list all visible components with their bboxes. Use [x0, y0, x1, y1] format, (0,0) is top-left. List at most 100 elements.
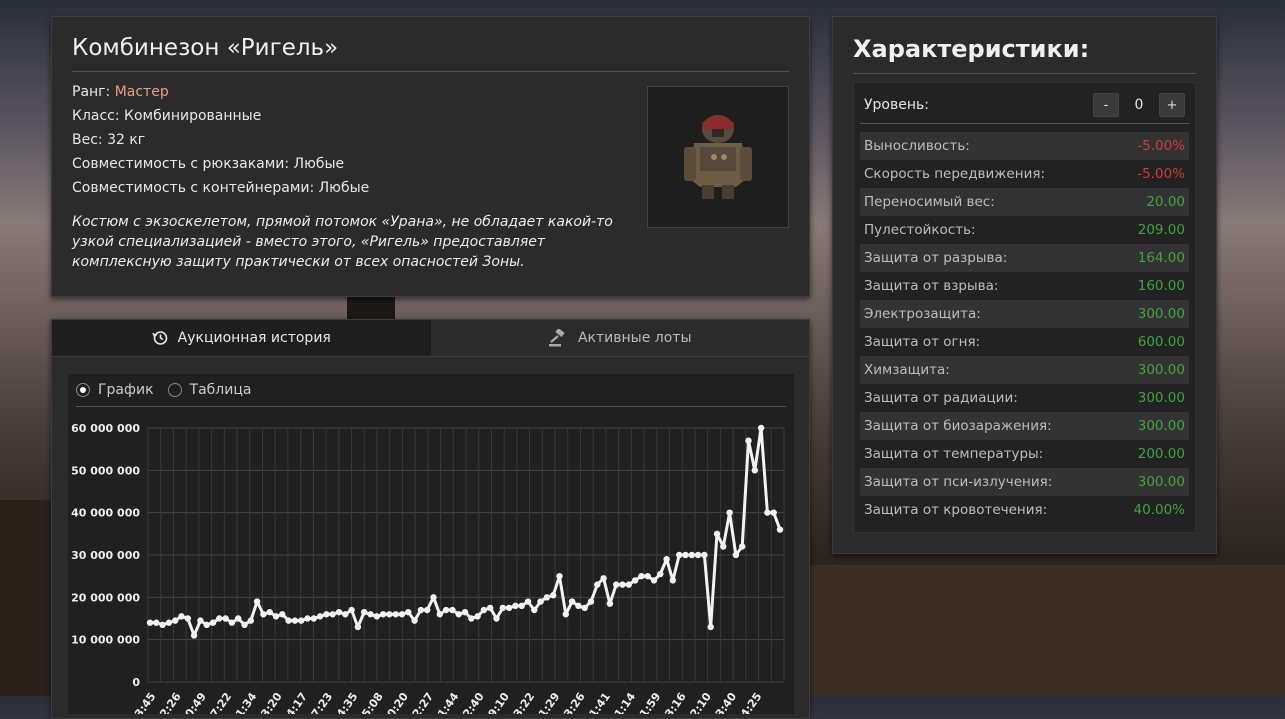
price-point	[442, 606, 450, 614]
stat-value: 160.00	[1137, 278, 1185, 294]
rank-label: Ранг:	[72, 84, 115, 100]
x-tick-label: 1:29	[536, 690, 562, 714]
price-point	[178, 613, 185, 620]
stat-row: Пулестойкость: 209.00	[860, 216, 1189, 244]
price-point	[411, 617, 418, 624]
price-point	[619, 581, 626, 588]
rank-value: Мастер	[114, 84, 169, 100]
price-point	[550, 592, 557, 599]
x-tick-label: 2:10	[688, 690, 715, 714]
price-point	[594, 581, 601, 588]
stat-label: Защита от разрыва:	[864, 250, 1008, 266]
price-point	[329, 611, 336, 618]
price-point	[499, 604, 506, 612]
stat-row: Выносливость: -5.00%	[860, 132, 1189, 160]
price-point	[524, 598, 532, 605]
price-point	[776, 526, 784, 533]
item-image	[647, 86, 789, 228]
price-point	[373, 613, 380, 620]
price-point	[606, 600, 614, 607]
stat-label: Защита от взрыва:	[864, 278, 999, 294]
stat-label: Химзащита:	[864, 362, 950, 378]
level-increase-button[interactable]: +	[1159, 93, 1185, 117]
price-point	[625, 581, 632, 588]
price-point	[335, 608, 343, 616]
price-point	[531, 606, 538, 614]
x-tick-label: 1:59	[637, 690, 663, 714]
price-point	[770, 509, 777, 516]
price-point	[644, 572, 651, 580]
price-series-line	[150, 426, 782, 637]
price-point	[379, 611, 387, 618]
price-point	[587, 598, 595, 605]
price-point	[745, 437, 752, 444]
price-point	[480, 606, 488, 614]
radios-divider	[76, 406, 786, 407]
price-point	[474, 613, 481, 620]
radio-chart-dot[interactable]	[76, 383, 90, 397]
x-tick-label: 1:41	[587, 690, 613, 714]
price-point	[298, 617, 305, 624]
price-point	[505, 604, 513, 612]
x-tick-label: 7:22	[208, 690, 234, 714]
tab-active-lots[interactable]: Активные лоты	[431, 320, 810, 356]
stat-row: Защита от радиации: 300.00	[860, 384, 1189, 412]
stats-title: Характеристики:	[853, 35, 1196, 74]
stat-row: Защита от разрыва: 164.00	[860, 244, 1189, 272]
level-label: Уровень:	[864, 97, 929, 113]
x-tick-label: 3:40	[713, 690, 740, 714]
price-point	[354, 623, 362, 631]
price-point	[631, 577, 639, 584]
price-point	[190, 632, 198, 639]
x-tick-label: 4:17	[284, 690, 310, 714]
price-point	[663, 556, 670, 563]
price-point	[455, 611, 462, 618]
background-ruins-left	[0, 500, 51, 696]
level-value: 0	[1134, 97, 1144, 113]
auction-tabs: Аукционная история Активные лоты	[52, 320, 809, 357]
level-decrease-button[interactable]: -	[1093, 93, 1119, 117]
radio-table-dot[interactable]	[167, 383, 182, 397]
stat-value: 600.00	[1137, 334, 1185, 350]
y-tick-label: 30 000 000	[71, 549, 140, 562]
y-tick-label: 10 000 000	[71, 634, 140, 647]
price-point	[253, 598, 261, 605]
price-point	[487, 604, 494, 612]
y-tick-label: 0	[132, 676, 140, 689]
x-tick-label: 2:40	[460, 690, 487, 714]
price-point	[342, 611, 349, 618]
price-point	[424, 606, 431, 614]
exosuit-icon	[684, 115, 752, 199]
item-description: Костюм с экзоскелетом, прямой потомок «У…	[72, 214, 613, 270]
x-tick-label: 3:20	[258, 690, 285, 714]
price-point	[701, 551, 708, 559]
price-point	[153, 619, 160, 626]
stat-label: Скорость передвижения:	[864, 166, 1046, 182]
x-tick-label: 4:25	[738, 690, 764, 714]
radio-table[interactable]: Таблица	[167, 382, 251, 398]
price-point	[468, 615, 475, 622]
price-point	[688, 551, 695, 559]
price-point	[676, 551, 683, 559]
x-tick-label: 7:23	[309, 690, 335, 714]
price-point	[751, 467, 758, 474]
price-point	[348, 606, 355, 614]
radio-chart-label: График	[98, 382, 154, 398]
price-point	[184, 615, 191, 622]
radio-chart[interactable]: График	[76, 382, 154, 398]
auction-panel: Аукционная история Активные лоты График …	[51, 319, 810, 719]
tab-auction-history[interactable]: Аукционная история	[52, 320, 431, 356]
item-panel: Комбинезон «Ригель» Ранг: Мастер Класс: …	[51, 16, 810, 297]
price-point	[669, 577, 677, 584]
stat-label: Защита от пси-излучения:	[864, 474, 1053, 490]
stat-row: Защита от температуры: 200.00	[860, 440, 1189, 468]
price-point	[657, 570, 664, 578]
price-point	[720, 543, 727, 550]
price-point	[537, 598, 544, 605]
price-point	[247, 617, 254, 624]
stat-label: Переносимый вес:	[864, 194, 995, 210]
item-title: Комбинезон «Ригель»	[72, 35, 789, 72]
x-tick-label: 4:35	[334, 690, 360, 714]
price-point	[694, 551, 702, 559]
price-point	[285, 617, 292, 624]
